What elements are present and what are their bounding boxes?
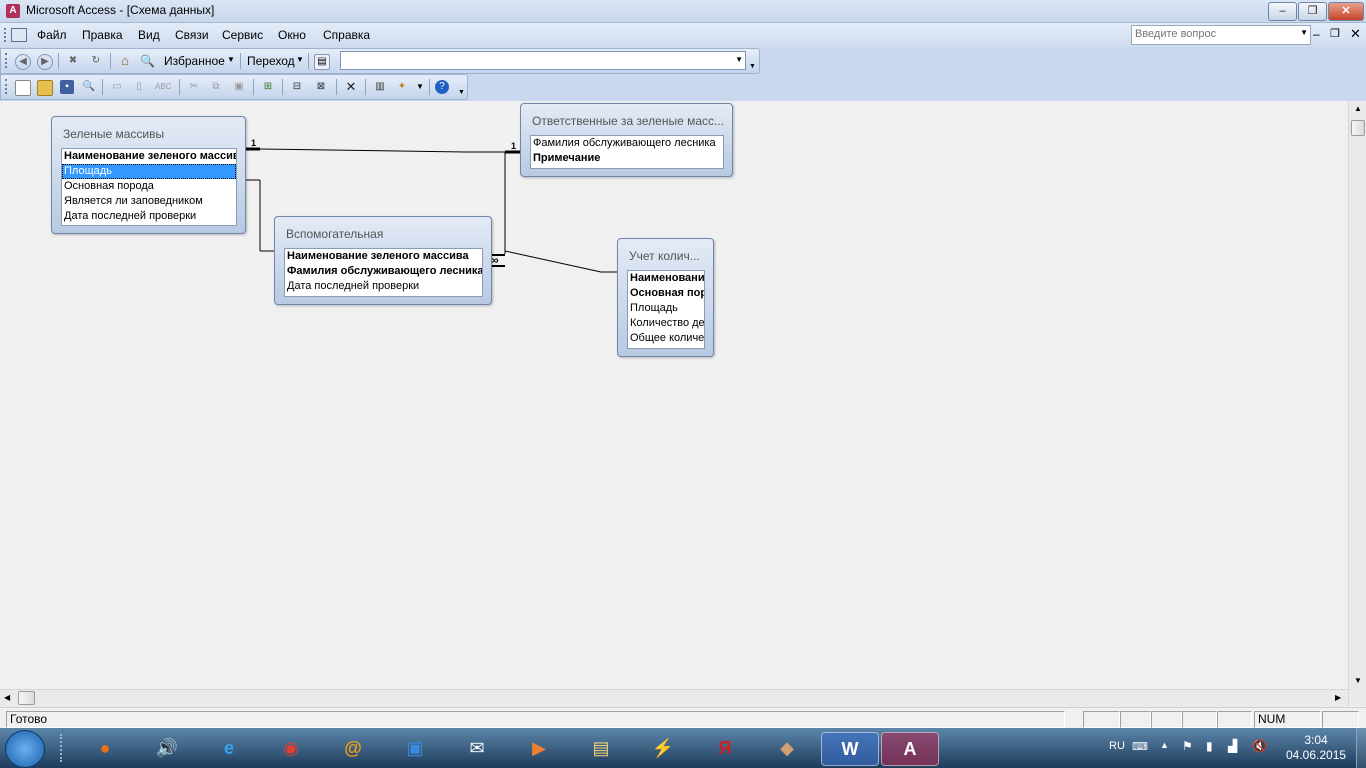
field-item[interactable]: Основная поро	[628, 286, 704, 301]
clock[interactable]: 3:04 04.06.2015	[1286, 733, 1346, 763]
mail-icon[interactable]: ✉	[455, 732, 499, 764]
table-title[interactable]: Учет колич...	[629, 249, 707, 263]
explorer-icon[interactable]: ▤	[579, 732, 623, 764]
mailru-icon[interactable]: @	[331, 732, 375, 764]
taskbar: ● 🔊 e ◉ @ ▣ ✉ ▶ ▤ ⚡ Я ◆ W A RU ⌨ ▲ ⚑ ▮ ▟…	[0, 728, 1366, 768]
clock-date: 04.06.2015	[1286, 748, 1347, 762]
status-text: Готово	[6, 711, 1065, 728]
scroll-thumb[interactable]	[1351, 120, 1365, 136]
field-list[interactable]: Наименование Основная поро Площадь Колич…	[627, 270, 705, 349]
status-bar: Готово NUM	[0, 707, 1366, 729]
clock-time: 3:04	[1304, 733, 1328, 747]
media-player-icon[interactable]: ▶	[517, 732, 561, 764]
horizontal-scrollbar[interactable]: ◀ ▶	[0, 689, 1348, 707]
show-desktop-button[interactable]	[1356, 728, 1366, 768]
field-item[interactable]: Примечание	[531, 151, 723, 166]
action-center-icon[interactable]: ⚑	[1182, 739, 1193, 753]
table-title[interactable]: Зеленые массивы	[63, 127, 238, 141]
usb-icon[interactable]: ▮	[1206, 739, 1213, 753]
scroll-up-icon[interactable]: ▲	[1354, 104, 1362, 113]
scroll-down-icon[interactable]: ▼	[1354, 676, 1362, 685]
field-item-selected[interactable]: Площадь	[62, 164, 236, 179]
network-icon[interactable]: ▟	[1228, 739, 1237, 753]
field-item[interactable]: Фамилия обслуживающего лесника	[531, 136, 723, 151]
firefox-icon[interactable]: ●	[83, 732, 127, 764]
scroll-thumb[interactable]	[18, 691, 35, 705]
table-box-count-accounting[interactable]: Учет колич... Наименование Основная поро…	[617, 238, 714, 357]
num-lock-indicator: NUM	[1254, 711, 1321, 728]
field-item[interactable]: Наименование зеленого массива	[62, 149, 236, 164]
scroll-left-icon[interactable]: ◀	[4, 693, 10, 702]
field-list[interactable]: Наименование зеленого массива Фамилия об…	[284, 248, 483, 297]
relationship-line[interactable]	[259, 148, 466, 153]
field-list[interactable]: Наименование зеленого массива Площадь Ос…	[61, 148, 237, 226]
yandex-icon[interactable]: Я	[703, 732, 747, 764]
keyboard-icon[interactable]: ⌨	[1132, 740, 1148, 753]
show-hidden-icons-icon[interactable]: ▲	[1160, 740, 1169, 750]
access-icon[interactable]: A	[881, 732, 939, 766]
ie-icon[interactable]: e	[207, 732, 251, 764]
field-item[interactable]: Наименование	[628, 271, 704, 286]
maxthon-icon[interactable]: ▣	[393, 732, 437, 764]
vertical-scrollbar[interactable]: ▲ ▼	[1348, 101, 1366, 706]
field-item[interactable]: Площадь	[628, 301, 704, 316]
field-item[interactable]: Количество де	[628, 316, 704, 331]
field-item[interactable]: Основная порода	[62, 179, 236, 194]
field-item[interactable]: Общее количе	[628, 331, 704, 346]
table-title[interactable]: Ответственные за зеленые масс...	[532, 114, 727, 128]
table-title[interactable]: Вспомогательная	[286, 227, 484, 241]
chrome-icon[interactable]: ◉	[269, 732, 313, 764]
winamp-icon[interactable]: ⚡	[641, 732, 685, 764]
volume-icon[interactable]: 🔊	[145, 732, 189, 764]
word-icon[interactable]: W	[821, 732, 879, 766]
relationship-line[interactable]	[504, 250, 602, 273]
field-item[interactable]: Дата последней проверки	[285, 279, 482, 294]
mahjong-icon[interactable]: ◆	[765, 732, 809, 764]
field-item[interactable]: Является ли заповедником	[62, 194, 236, 209]
table-box-responsible[interactable]: Ответственные за зеленые масс... Фамилия…	[520, 103, 733, 177]
table-box-auxiliary[interactable]: Вспомогательная Наименование зеленого ма…	[274, 216, 492, 305]
speaker-icon[interactable]: 🔇	[1252, 739, 1267, 753]
field-list[interactable]: Фамилия обслуживающего лесника Примечани…	[530, 135, 724, 169]
one-label: 1	[251, 138, 256, 148]
field-item[interactable]: Дата последней проверки	[62, 209, 236, 224]
field-item[interactable]: Фамилия обслуживающего лесника	[285, 264, 482, 279]
field-item[interactable]: Наименование зеленого массива	[285, 249, 482, 264]
one-label: 1	[511, 141, 516, 151]
scroll-right-icon[interactable]: ▶	[1335, 693, 1341, 702]
table-box-green-areas[interactable]: Зеленые массивы Наименование зеленого ма…	[51, 116, 246, 234]
start-button[interactable]	[5, 730, 45, 768]
language-indicator[interactable]: RU	[1109, 740, 1125, 752]
